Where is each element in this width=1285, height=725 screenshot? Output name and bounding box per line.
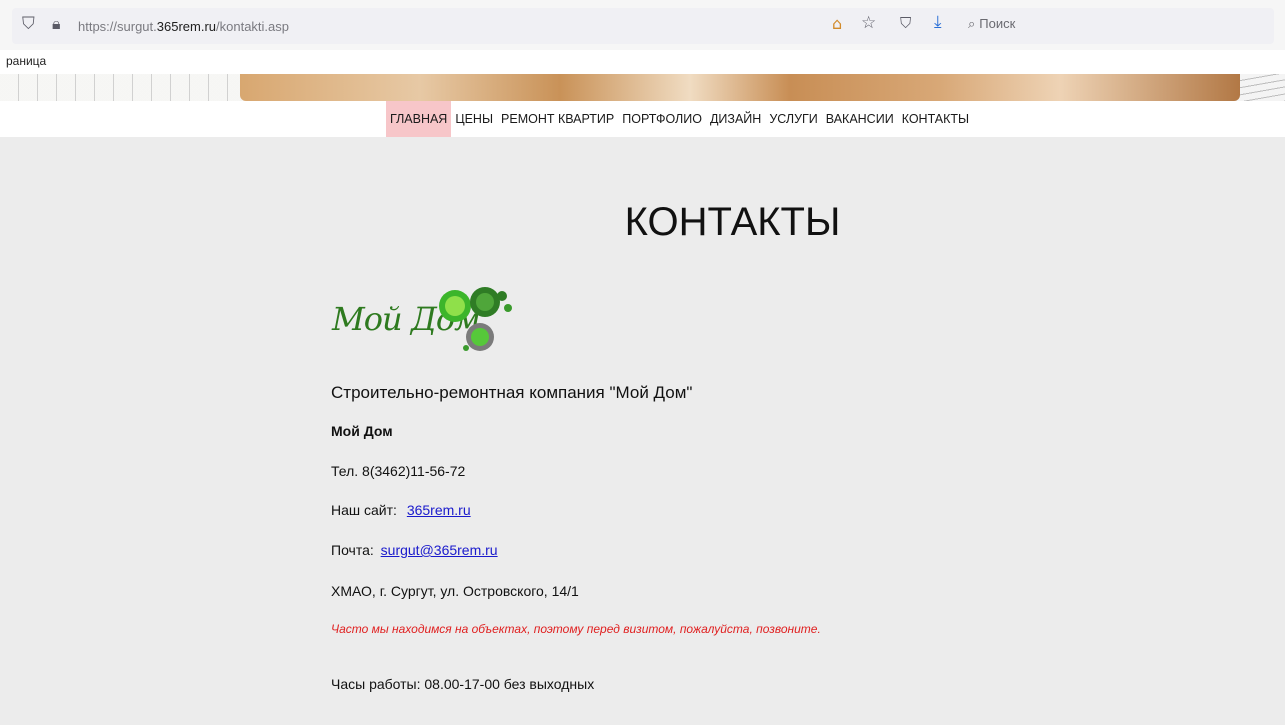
working-hours: Часы работы: 08.00-17-00 без выходных bbox=[331, 676, 595, 692]
site-row: Наш сайт: 365rem.ru bbox=[331, 502, 471, 518]
url-text[interactable]: https://surgut.365rem.ru/kontakti.asp bbox=[78, 19, 289, 34]
lock-icon[interactable]: 🔒︎ bbox=[52, 14, 61, 34]
home-icon[interactable]: ⌂ bbox=[832, 14, 842, 33]
header-banner bbox=[0, 74, 1285, 101]
banner-photo bbox=[240, 74, 1240, 101]
nav-item-4[interactable]: ДИЗАЙН bbox=[706, 101, 765, 137]
paint-cans-icon bbox=[439, 287, 512, 351]
nav-item-0[interactable]: ГЛАВНАЯ bbox=[386, 101, 452, 137]
search-field[interactable]: ⌕ Поиск bbox=[968, 16, 1015, 32]
pocket-icon[interactable]: ⛉ bbox=[900, 14, 911, 32]
nav-item-3[interactable]: ПОРТФОЛИО bbox=[618, 101, 706, 137]
search-icon: ⌕ bbox=[968, 17, 976, 32]
site-label: Наш сайт: bbox=[331, 502, 397, 518]
address: ХМАО, г. Сургут, ул. Островского, 14/1 bbox=[331, 583, 579, 599]
bookmarks-bar: раница bbox=[0, 50, 1285, 74]
page-title: КОНТАКТЫ bbox=[624, 200, 841, 244]
site-link[interactable]: 365rem.ru bbox=[407, 502, 471, 518]
nav-item-7[interactable]: КОНТАКТЫ bbox=[898, 101, 973, 137]
banner-blueprint-left bbox=[0, 74, 240, 101]
shield-icon[interactable]: ⛉ bbox=[22, 14, 35, 34]
nav-item-2[interactable]: РЕМОНТ КВАРТИР bbox=[497, 101, 618, 137]
mail-link[interactable]: surgut@365rem.ru bbox=[381, 542, 498, 558]
nav-item-1[interactable]: ЦЕНЫ bbox=[451, 101, 497, 137]
company-logo[interactable]: Мой Дом bbox=[330, 282, 520, 357]
bookmark-star-icon[interactable]: ☆ bbox=[861, 13, 876, 33]
mail-label: Почта: bbox=[331, 542, 374, 558]
main-nav: ГЛАВНАЯ ЦЕНЫ РЕМОНТ КВАРТИР ПОРТФОЛИО ДИЗАЙН… bbox=[0, 101, 1285, 137]
browser-toolbar: ⛉ 🔒︎ https://surgut.365rem.ru/kontakti.a… bbox=[0, 0, 1285, 50]
company-heading: Строительно-ремонтная компания "Мой Дом" bbox=[331, 383, 693, 402]
visit-note: Часто мы находимся на объектах, поэтому … bbox=[331, 622, 821, 636]
company-name: Мой Дом bbox=[331, 423, 393, 439]
phone-number: Тел. 8(3462)11-56-72 bbox=[331, 463, 466, 479]
nav-item-6[interactable]: ВАКАНСИИ bbox=[822, 101, 898, 137]
tab-title-fragment[interactable]: раница bbox=[6, 54, 46, 68]
nav-items: ГЛАВНАЯ ЦЕНЫ РЕМОНТ КВАРТИР ПОРТФОЛИО ДИЗАЙН… bbox=[386, 101, 973, 137]
banner-blueprint-right bbox=[1240, 74, 1285, 101]
download-icon[interactable]: ⤓ bbox=[934, 12, 942, 32]
mail-row: Почта: surgut@365rem.ru bbox=[331, 542, 498, 558]
nav-item-5[interactable]: УСЛУГИ bbox=[765, 101, 821, 137]
